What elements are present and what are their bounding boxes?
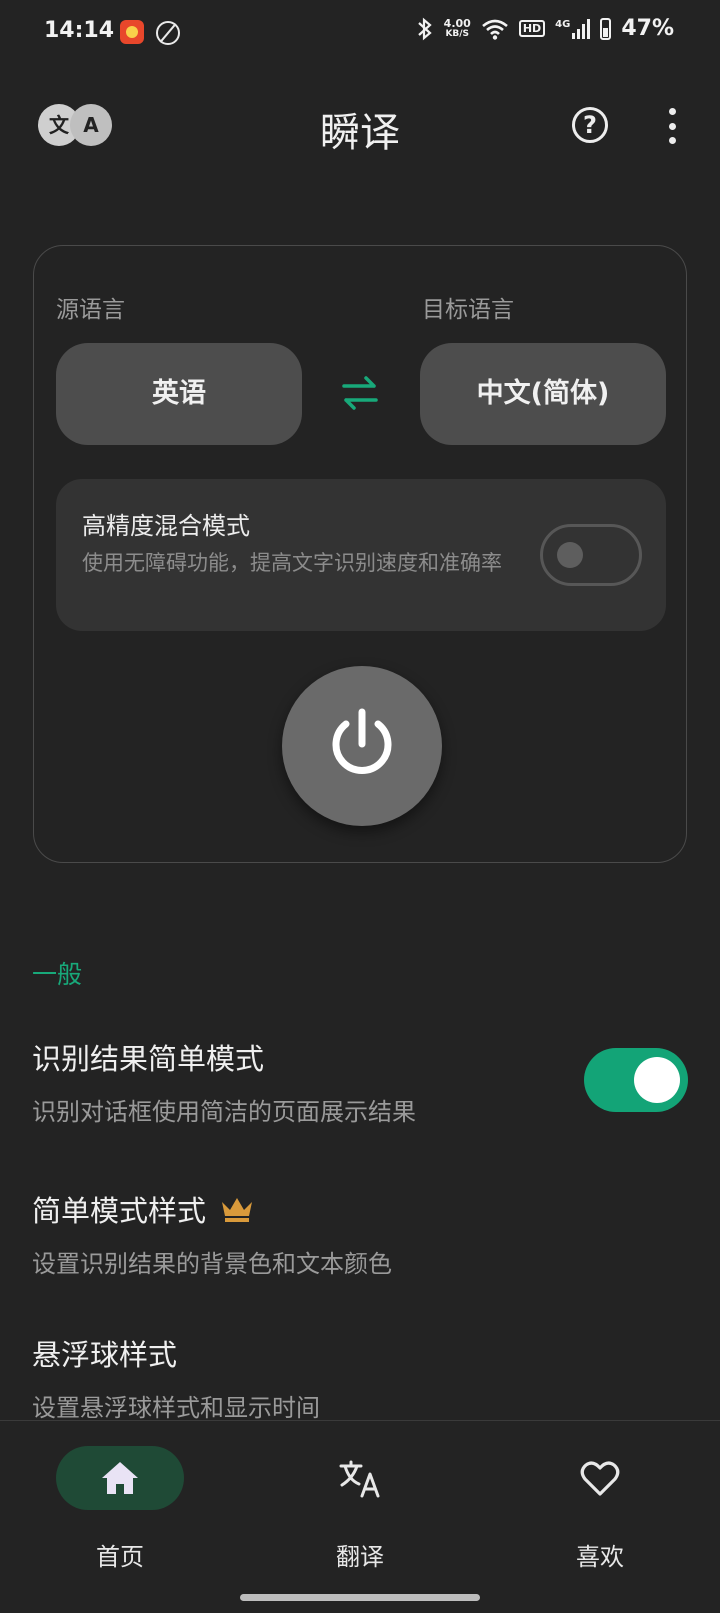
status-right: 4.00 KB/S HD 4G 47% <box>416 16 674 41</box>
cell-signal: 4G <box>555 18 591 39</box>
source-language-button[interactable]: 英语 <box>56 343 302 445</box>
high-precision-mode-toggle[interactable] <box>540 524 642 586</box>
setting-description: 设置识别结果的背景色和文本颜色 <box>32 1250 392 1278</box>
swap-languages-icon[interactable] <box>338 374 382 412</box>
high-precision-mode-panel[interactable]: 高精度混合模式 使用无障碍功能，提高文字识别速度和准确率 <box>56 479 666 631</box>
power-icon <box>332 708 392 774</box>
setting-title: 简单模式样式 <box>32 1194 207 1228</box>
status-bar: 14:14 4.00 KB/S HD 4G 47% <box>0 0 720 66</box>
nav-favorites[interactable]: 喜欢 <box>480 1421 720 1613</box>
wifi-icon <box>481 19 508 40</box>
page-title: 瞬译 <box>320 110 400 156</box>
heart-icon <box>580 1461 620 1496</box>
translate-card: 源语言 目标语言 英语 中文(简体) 高精度混合模式 使用无障碍功能，提高文字识… <box>33 245 687 863</box>
battery-icon <box>600 17 612 40</box>
setting-title: 悬浮球样式 <box>32 1338 178 1372</box>
nav-label: 喜欢 <box>576 1543 624 1571</box>
bluetooth-icon <box>417 17 432 40</box>
nav-translate[interactable]: 翻译 <box>240 1421 480 1613</box>
status-time: 14:14 <box>44 18 115 43</box>
nav-label: 首页 <box>96 1543 144 1571</box>
nav-home[interactable]: 首页 <box>0 1421 240 1613</box>
simple-result-mode-toggle[interactable] <box>584 1048 688 1112</box>
setting-floating-ball-style[interactable]: 悬浮球样式 设置悬浮球样式和显示时间 <box>32 1332 688 1423</box>
crown-icon <box>222 1198 253 1222</box>
section-general-header: 一般 <box>32 960 83 989</box>
setting-description: 设置悬浮球样式和显示时间 <box>32 1394 320 1422</box>
network-speed-value: 4.00 <box>443 16 471 30</box>
signal-bars-icon <box>572 18 591 39</box>
home-icon <box>102 1462 138 1494</box>
battery-percent: 47% <box>621 16 674 41</box>
help-icon[interactable]: ? <box>572 107 608 143</box>
more-options-icon[interactable] <box>668 108 676 144</box>
nav-label: 翻译 <box>336 1543 384 1571</box>
setting-simple-mode-style[interactable]: 简单模式样式 设置识别结果的背景色和文本颜色 <box>32 1188 688 1279</box>
translate-icon <box>339 1460 380 1498</box>
no-load-icon <box>156 21 180 45</box>
network-speed: 4.00 KB/S <box>444 18 471 40</box>
bottom-navigation: 首页 翻译 喜欢 <box>0 1420 720 1613</box>
network-speed-unit: KB/S <box>445 28 470 39</box>
mode-description: 使用无障碍功能，提高文字识别速度和准确率 <box>82 551 502 575</box>
weibo-notification-icon <box>120 20 144 44</box>
home-indicator[interactable] <box>240 1594 480 1601</box>
target-language-label: 目标语言 <box>422 297 514 323</box>
power-button[interactable] <box>282 666 442 826</box>
target-language-button[interactable]: 中文(简体) <box>420 343 666 445</box>
network-type: 4G <box>555 18 571 30</box>
mode-title: 高精度混合模式 <box>82 512 250 540</box>
hd-badge: HD <box>518 20 546 37</box>
source-language-label: 源语言 <box>56 297 125 323</box>
